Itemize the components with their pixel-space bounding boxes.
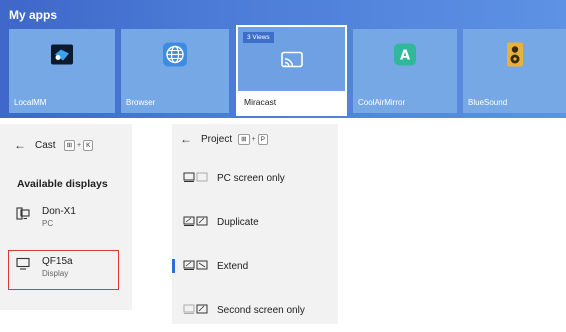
my-apps-title: My apps [9, 8, 58, 22]
tile-label: BlueSound [468, 98, 508, 107]
app-tile-browser[interactable]: Browser [121, 29, 229, 113]
selected-indicator [172, 259, 175, 273]
option-label: Second screen only [217, 304, 305, 316]
app-tile-bluesound[interactable]: BlueSound [463, 29, 566, 113]
pc-screen-only-icon [183, 169, 209, 187]
option-label: Extend [217, 260, 249, 272]
localmm-icon [49, 43, 75, 72]
duplicate-icon [183, 213, 209, 231]
tile-label: LocalMM [14, 98, 47, 107]
second-screen-icon [183, 301, 209, 319]
option-label: PC screen only [217, 172, 285, 184]
app-tile-localmm[interactable]: LocalMM [9, 29, 115, 113]
project-title: Project [201, 133, 233, 145]
device-name: Don-X1 [42, 206, 76, 217]
highlight-box [8, 250, 119, 290]
option-label: Duplicate [217, 216, 259, 228]
tile-label: Miracast [238, 91, 345, 114]
available-displays-heading: Available displays [17, 178, 108, 190]
project-panel: ← Project ⊞ + P PC screen only Duplicate [172, 124, 338, 324]
pc-icon [16, 207, 31, 228]
k-key: K [83, 139, 94, 151]
cast-header: ← Cast ⊞ + K [14, 138, 94, 152]
coolair-icon: A [393, 43, 417, 72]
extend-icon [183, 257, 209, 275]
cast-title: Cast [35, 139, 56, 151]
windows-key: ⊞ [63, 139, 76, 151]
tile-label: Browser [126, 98, 156, 107]
plus-sign: + [77, 141, 82, 149]
my-apps-strip: My apps LocalMM Browser 3 Views Miracast… [0, 0, 566, 118]
option-extend[interactable]: Extend [172, 244, 338, 288]
windows-key: ⊞ [238, 133, 250, 145]
p-key: P [257, 133, 269, 145]
project-header: ← Project ⊞ + P [180, 132, 269, 146]
option-duplicate[interactable]: Duplicate [172, 200, 338, 244]
views-badge: 3 Views [243, 32, 274, 43]
globe-icon [162, 42, 188, 73]
speaker-icon [505, 42, 525, 73]
option-second-screen-only[interactable]: Second screen only [172, 288, 338, 332]
svg-text:A: A [400, 49, 410, 64]
tile-label: CoolAirMirror [358, 98, 406, 107]
cast-screen-icon [280, 50, 304, 77]
app-tile-miracast[interactable]: 3 Views Miracast [236, 25, 347, 116]
device-item-don-x1[interactable]: Don-X1 PC [16, 206, 76, 228]
app-tile-coolairmirror[interactable]: A CoolAirMirror [353, 29, 457, 113]
back-arrow-icon[interactable]: ← [180, 132, 192, 146]
plus-sign: + [251, 135, 256, 143]
back-arrow-icon[interactable]: ← [14, 138, 26, 152]
device-type: PC [42, 219, 54, 228]
option-pc-screen-only[interactable]: PC screen only [172, 156, 338, 200]
